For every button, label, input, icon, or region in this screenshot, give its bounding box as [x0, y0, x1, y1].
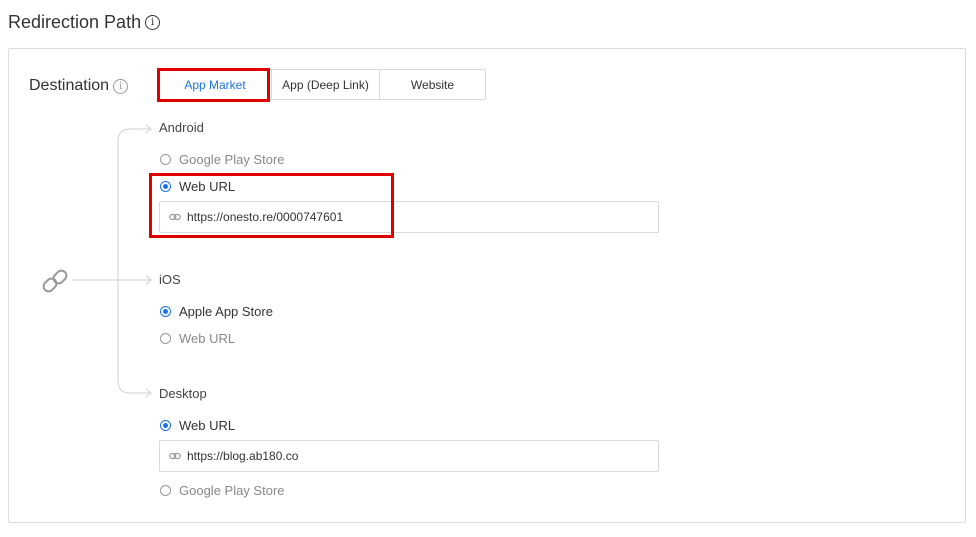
radio-icon[interactable]: [160, 333, 171, 344]
radio-selected-icon[interactable]: [160, 181, 171, 192]
android-url-value: https://onesto.re/0000747601: [187, 210, 344, 224]
link-icon: [169, 213, 181, 221]
link-chain-icon: [42, 269, 68, 293]
radio-selected-icon[interactable]: [160, 420, 171, 431]
link-icon: [169, 452, 181, 460]
destination-label-text: Destination: [29, 77, 110, 94]
desktop-option-web-url-label: Web URL: [179, 418, 236, 433]
desktop-option-web-url[interactable]: Web URL: [160, 418, 235, 433]
desktop-label: Desktop: [159, 386, 207, 401]
info-icon[interactable]: i: [113, 78, 129, 94]
destination-tabs: App Market App (Deep Link) Website: [158, 69, 486, 100]
ios-option-web-url-label: Web URL: [179, 331, 236, 346]
radio-selected-icon[interactable]: [160, 306, 171, 317]
ios-option-web-url[interactable]: Web URL: [160, 331, 235, 346]
desktop-option-google-play-label: Google Play Store: [179, 483, 285, 498]
radio-icon[interactable]: [160, 154, 171, 165]
destination-label: Destination i: [29, 77, 129, 95]
ios-label: iOS: [159, 272, 181, 287]
android-label: Android: [159, 120, 204, 135]
ios-option-app-store[interactable]: Apple App Store: [160, 304, 273, 319]
tab-app-market[interactable]: App Market: [159, 70, 271, 99]
android-option-web-url-label: Web URL: [179, 179, 236, 194]
radio-icon[interactable]: [160, 485, 171, 496]
desktop-url-value: https://blog.ab180.co: [187, 449, 299, 463]
desktop-option-google-play[interactable]: Google Play Store: [160, 483, 285, 498]
android-option-google-play[interactable]: Google Play Store: [160, 152, 285, 167]
android-option-web-url[interactable]: Web URL: [160, 179, 235, 194]
android-option-google-play-label: Google Play Store: [179, 152, 285, 167]
tab-website[interactable]: Website: [379, 70, 485, 99]
tab-app-deep-link[interactable]: App (Deep Link): [271, 70, 379, 99]
android-url-input[interactable]: https://onesto.re/0000747601: [159, 201, 659, 233]
desktop-url-input[interactable]: https://blog.ab180.co: [159, 440, 659, 472]
ios-option-app-store-label: Apple App Store: [179, 304, 273, 319]
